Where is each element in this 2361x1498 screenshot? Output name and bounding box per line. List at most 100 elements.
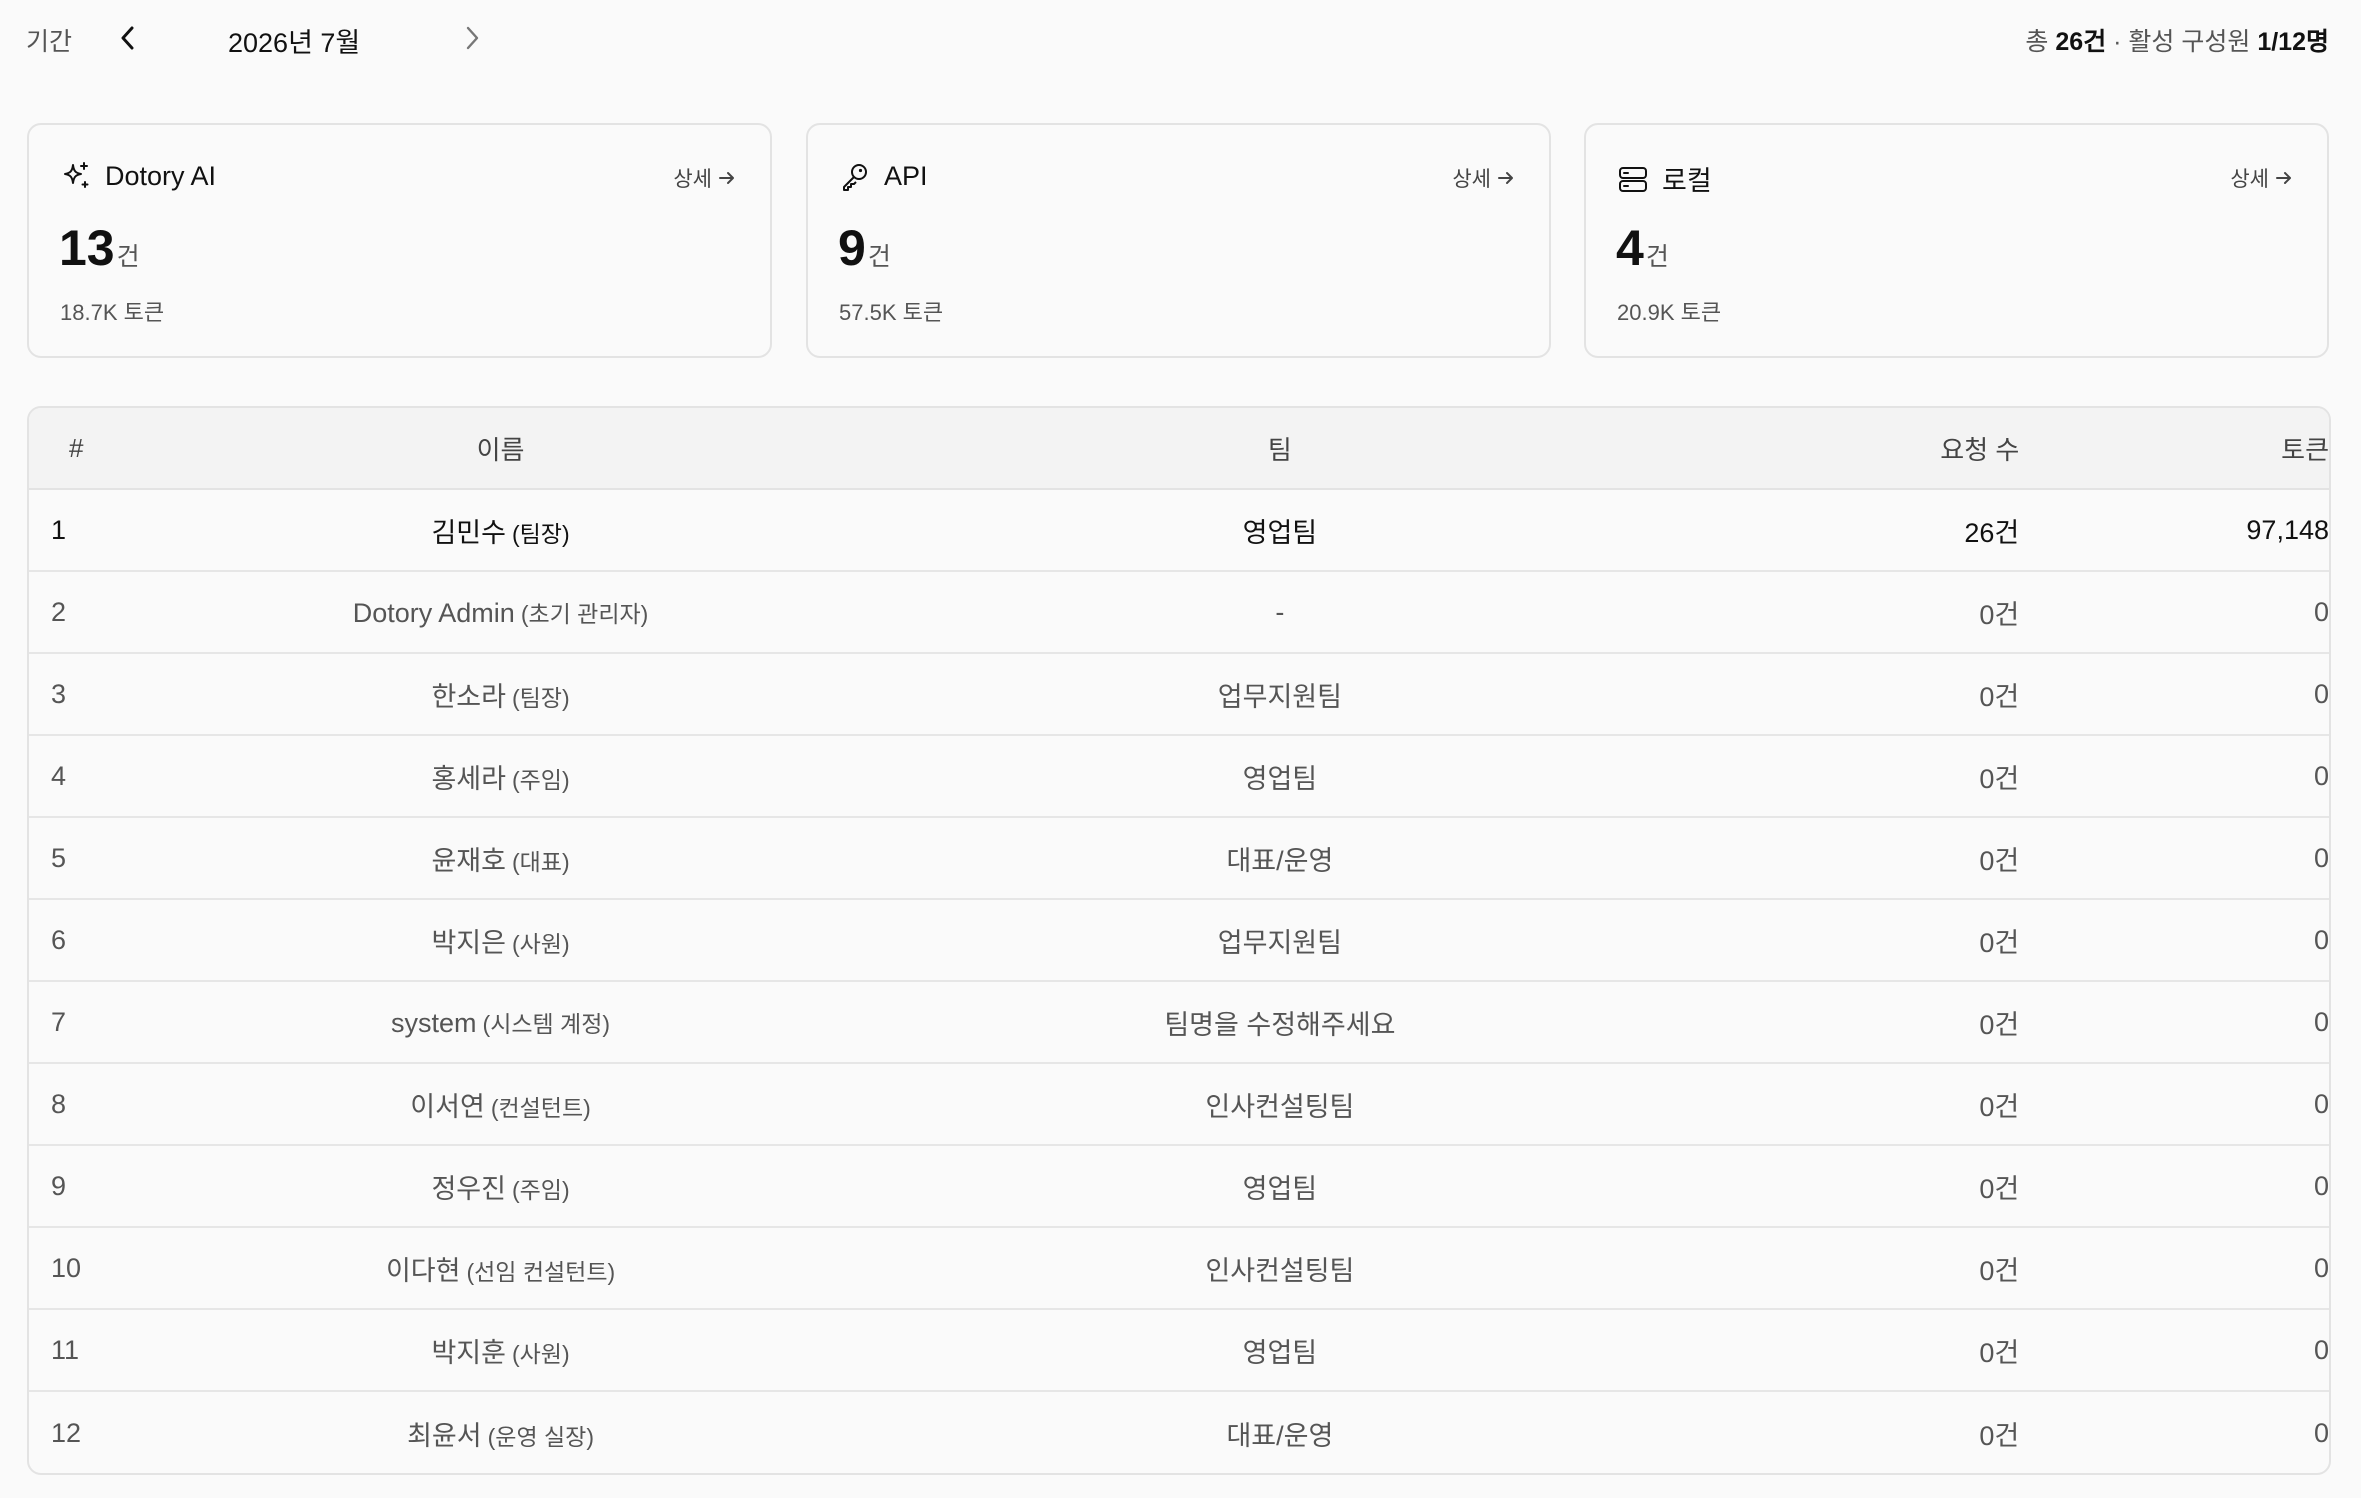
card-count: 9 건 [838, 223, 891, 273]
period-label: 기간 [26, 28, 73, 56]
column-header-tokens: 토큰 [2281, 434, 2329, 465]
table-row[interactable]: 3 한소라 (팀장) 업무지원팀 0건 0 [29, 654, 2329, 736]
prev-month-button[interactable] [108, 18, 148, 58]
table-row[interactable]: 1 김민수 (팀장) 영업팀 26건 97,148 [29, 490, 2329, 572]
card-tokens: 18.7K 토큰 [60, 300, 165, 325]
member-name: system [391, 1008, 477, 1038]
cell-requests: 0건 [1979, 1337, 2020, 1368]
member-name: 이서연 [410, 1091, 485, 1122]
member-usage-table: # 이름 팀 요청 수 토큰 1 김민수 (팀장) 영업팀 26건 97,148 2 Doto… [27, 406, 2331, 1475]
cell-name: 김민수 (팀장) [31, 511, 970, 550]
member-role: (초기 관리자) [520, 601, 649, 627]
card-detail-link[interactable]: 상세 [1452, 163, 1515, 193]
cell-requests: 0건 [1979, 1009, 2020, 1040]
cell-team: 영업팀 [1242, 763, 1318, 794]
cell-tokens: 97,148 [2246, 514, 2329, 545]
period-bar: 기간 2026년 7월 총 26건 · 활성 구성원 1/12명 [0, 0, 2361, 78]
arrow-right-icon [2276, 172, 2291, 184]
summary-total: 26건 [2055, 28, 2107, 56]
member-name: 최윤서 [407, 1420, 482, 1451]
table-row[interactable]: 7 system (시스템 계정) 팀명을 수정해주세요 0건 0 [29, 982, 2329, 1064]
cell-tokens: 0 [2313, 842, 2329, 873]
column-header-requests: 요청 수 [1940, 434, 2020, 465]
member-role: (대표) [511, 848, 570, 875]
member-role: (시스템 계정) [482, 1011, 611, 1037]
member-role: (운영 실장) [487, 1423, 594, 1450]
cell-name: 이서연 (컨설턴트) [31, 1085, 970, 1124]
card-header: API [838, 159, 928, 193]
cell-team: 업무지원팀 [1217, 927, 1342, 958]
table-row[interactable]: 10 이다현 (선임 컨설턴트) 인사컨설팅팀 0건 0 [29, 1228, 2329, 1310]
card-detail-link[interactable]: 상세 [2230, 163, 2293, 193]
cell-requests: 0건 [1979, 1091, 2020, 1122]
card-title: API [884, 160, 928, 191]
table-row[interactable]: 9 정우진 (주임) 영업팀 0건 0 [29, 1146, 2329, 1228]
cell-tokens: 0 [2313, 1417, 2329, 1448]
period-value: 2026년 7월 [228, 28, 361, 58]
cell-tokens: 0 [2313, 1334, 2329, 1365]
cell-name: 박지훈 (사원) [31, 1331, 970, 1370]
count-value: 9 [838, 220, 866, 276]
member-role: (주임) [511, 1176, 570, 1203]
count-unit: 건 [867, 243, 891, 271]
column-header-team: 팀 [1267, 434, 1292, 465]
member-role: (컨설턴트) [490, 1094, 591, 1121]
table-row[interactable]: 2 Dotory Admin (초기 관리자) -0건 0 [29, 572, 2329, 654]
member-name: 박지은 [431, 927, 506, 958]
detail-label: 상세 [673, 168, 712, 191]
chevron-left-icon [121, 26, 134, 50]
table-row[interactable]: 5 윤재호 (대표) 대표/운영 0건 0 [29, 818, 2329, 900]
cell-team: 인사컨설팅팀 [1205, 1255, 1355, 1286]
cell-name: system (시스템 계정) [31, 1005, 970, 1039]
cell-requests: 0건 [1979, 763, 2020, 794]
cell-requests: 0건 [1979, 1173, 2020, 1204]
member-name: 홍세라 [431, 763, 506, 794]
member-role: (사원) [511, 1340, 570, 1367]
cell-name: 홍세라 (주임) [31, 757, 970, 796]
member-name: 이다현 [385, 1255, 461, 1286]
cell-name: 윤재호 (대표) [31, 839, 970, 878]
detail-label: 상세 [1452, 168, 1491, 191]
cell-tokens: 0 [2313, 1170, 2329, 1201]
cell-name: 박지은 (사원) [31, 921, 970, 960]
summary-active-label: · 활성 구성원 [2113, 28, 2251, 56]
cell-requests: 0건 [1979, 1420, 2020, 1451]
card-detail-link[interactable]: 상세 [673, 163, 736, 193]
cell-tokens: 0 [2313, 1252, 2329, 1283]
cell-team: 대표/운영 [1226, 845, 1334, 876]
count-unit: 건 [1645, 243, 1669, 271]
cell-team: 영업팀 [1242, 517, 1318, 548]
card-count: 4 건 [1616, 223, 1669, 273]
detail-label: 상세 [2230, 168, 2269, 191]
cell-tokens: 0 [2313, 924, 2329, 955]
cell-team: 팀명을 수정해주세요 [1164, 1009, 1396, 1040]
table-row[interactable]: 6 박지은 (사원) 업무지원팀 0건 0 [29, 900, 2329, 982]
member-name: 박지훈 [431, 1337, 506, 1368]
card-tokens: 20.9K 토큰 [1617, 300, 1722, 325]
cell-team: 업무지원팀 [1217, 681, 1342, 712]
cell-name: Dotory Admin (초기 관리자) [31, 595, 970, 629]
column-header-name: 이름 [476, 434, 525, 465]
cell-tokens: 0 [2313, 596, 2329, 627]
card-title: Dotory AI [105, 160, 217, 191]
next-month-button[interactable] [452, 18, 492, 58]
usage-summary: 총 26건 · 활성 구성원 1/12명 [2025, 22, 2329, 58]
cell-team: 영업팀 [1242, 1337, 1318, 1368]
table-row[interactable]: 8 이서연 (컨설턴트) 인사컨설팅팀 0건 0 [29, 1064, 2329, 1146]
cell-name: 정우진 (주임) [31, 1167, 970, 1206]
card-count: 13 건 [59, 223, 140, 273]
summary-active: 1/12명 [2257, 28, 2329, 56]
card-header: 로컬 [1616, 159, 1712, 198]
table-row[interactable]: 4 홍세라 (주임) 영업팀 0건 0 [29, 736, 2329, 818]
arrow-right-icon [719, 172, 734, 184]
member-role: (팀장) [511, 520, 570, 547]
chevron-right-icon [466, 26, 479, 50]
card-tokens: 57.5K 토큰 [839, 300, 944, 325]
cell-requests: 0건 [1979, 845, 2020, 876]
cell-name: 최윤서 (운영 실장) [31, 1414, 970, 1453]
table-row[interactable]: 12 최윤서 (운영 실장) 대표/운영 0건 0 [29, 1392, 2329, 1473]
table-header: # 이름 팀 요청 수 토큰 [29, 408, 2329, 490]
cell-requests: 0건 [1979, 927, 2020, 958]
table-row[interactable]: 11 박지훈 (사원) 영업팀 0건 0 [29, 1310, 2329, 1392]
member-name: 한소라 [431, 681, 506, 712]
